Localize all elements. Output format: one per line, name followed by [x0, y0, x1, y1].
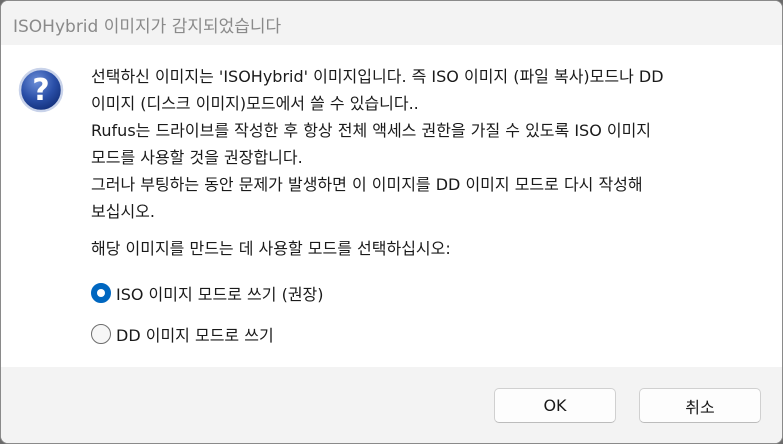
dialog-message: 선택하신 이미지는 'ISOHybrid' 이미지입니다. 즉 ISO 이미지 …	[91, 63, 771, 225]
message-line: Rufus는 드라이브를 작성한 후 항상 전체 액세스 권한을 가질 수 있도…	[91, 121, 652, 140]
mode-prompt: 해당 이미지를 만드는 데 사용할 모드를 선택하십시오:	[91, 239, 451, 258]
button-bar: OK 취소	[1, 367, 782, 443]
iso-mode-label[interactable]: ISO 이미지 모드로 쓰기 (권장)	[116, 281, 324, 305]
dd-mode-radio[interactable]	[91, 324, 111, 344]
message-line: 그러나 부팅하는 동안 문제가 발생하면 이 이미지를 DD 이미지 모드로 다…	[91, 175, 643, 194]
isohybrid-dialog: ISOHybrid 이미지가 감지되었습니다 ? 선택하신 이미지는 'ISOH…	[0, 0, 783, 444]
message-line: 이미지 (디스크 이미지)모드에서 쓸 수 있습니다..	[91, 94, 419, 113]
dialog-content: ? 선택하신 이미지는 'ISOHybrid' 이미지입니다. 즉 ISO 이미…	[1, 45, 782, 367]
title-bar[interactable]: ISOHybrid 이미지가 감지되었습니다	[1, 1, 782, 45]
message-line: 보십시오.	[91, 202, 155, 221]
dd-mode-label[interactable]: DD 이미지 모드로 쓰기	[116, 322, 274, 346]
svg-text:?: ?	[32, 73, 49, 108]
iso-mode-radio[interactable]	[91, 283, 111, 303]
message-line: 선택하신 이미지는 'ISOHybrid' 이미지입니다. 즉 ISO 이미지 …	[91, 67, 664, 86]
message-line: 모드를 사용할 것을 권장합니다.	[91, 148, 303, 167]
iso-mode-option[interactable]: ISO 이미지 모드로 쓰기 (권장)	[91, 281, 324, 305]
dd-mode-option[interactable]: DD 이미지 모드로 쓰기	[91, 322, 274, 346]
question-icon: ?	[18, 67, 64, 113]
ok-button[interactable]: OK	[494, 388, 616, 423]
window-title: ISOHybrid 이미지가 감지되었습니다	[13, 17, 282, 37]
cancel-button[interactable]: 취소	[639, 388, 761, 423]
